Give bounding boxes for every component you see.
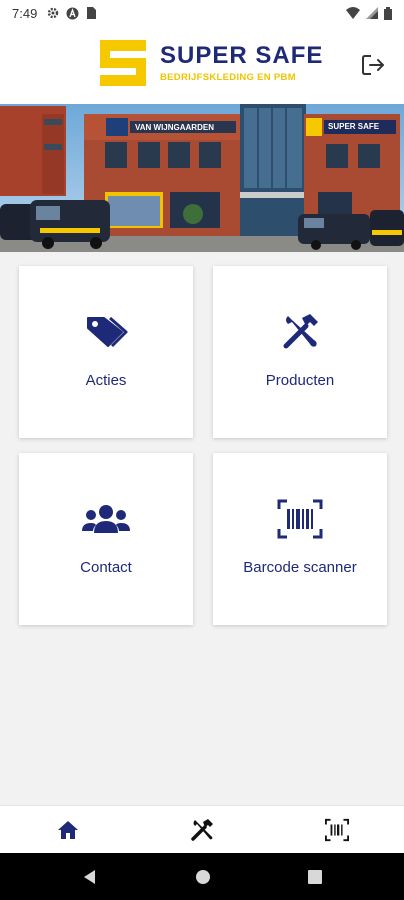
- sign-van-wijngaarden: VAN WIJNGAARDEN: [135, 123, 214, 132]
- brand-logo: SUPER SAFE BEDRIJFSKLEDING EN PBM: [100, 40, 323, 86]
- battery-icon: [384, 6, 392, 20]
- hero-banner: VAN WIJNGAARDEN SUPER SAFE: [0, 104, 404, 252]
- building-photo: VAN WIJNGAARDEN SUPER SAFE: [0, 104, 404, 252]
- tools-icon: [283, 314, 318, 349]
- system-navigation-bar: [0, 853, 404, 900]
- tile-contact[interactable]: Contact: [19, 453, 193, 625]
- barcode-icon[interactable]: [325, 818, 349, 842]
- recent-apps-icon[interactable]: [305, 867, 325, 887]
- tile-label: Acties: [85, 372, 127, 389]
- tags-icon: [87, 316, 128, 348]
- tile-label: Barcode scanner: [243, 559, 357, 576]
- tile-producten[interactable]: Producten: [213, 266, 387, 438]
- home-icon[interactable]: [56, 818, 80, 842]
- tools-icon[interactable]: [190, 818, 214, 842]
- supersafe-logo-mark: [100, 40, 146, 86]
- app-header: SUPER SAFE BEDRIJFSKLEDING EN PBM: [0, 26, 404, 104]
- sign-super-safe: SUPER SAFE: [328, 122, 380, 131]
- brand-title: SUPER SAFE: [160, 41, 324, 69]
- home-button-icon[interactable]: [193, 867, 213, 887]
- status-bar: 7:49: [0, 0, 404, 26]
- wifi-icon: [346, 7, 360, 19]
- tile-acties[interactable]: Acties: [19, 266, 193, 438]
- back-icon[interactable]: [80, 867, 100, 887]
- signal-icon: [366, 7, 378, 19]
- barcode-icon: [277, 499, 323, 539]
- sim-icon: [87, 7, 97, 19]
- status-time: 7:49: [12, 5, 38, 21]
- brand-subtitle: BEDRIJFSKLEDING EN PBM: [160, 71, 296, 83]
- a-circle-icon: [66, 7, 79, 19]
- tile-label: Producten: [265, 372, 335, 389]
- bottom-navigation: [0, 805, 404, 853]
- users-icon: [82, 505, 130, 533]
- gear-icon: [48, 7, 59, 19]
- tile-barcode-scanner[interactable]: Barcode scanner: [213, 453, 387, 625]
- tile-label: Contact: [80, 559, 132, 576]
- logout-icon[interactable]: [360, 52, 386, 78]
